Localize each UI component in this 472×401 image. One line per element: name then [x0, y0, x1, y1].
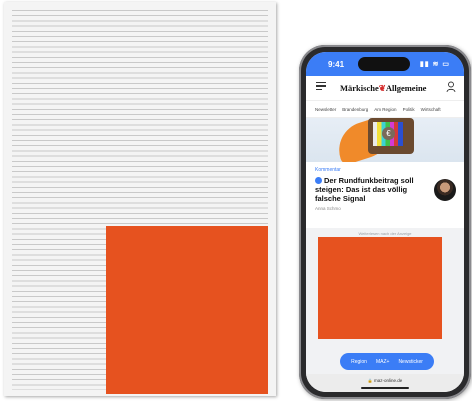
- nav-item-newsletter[interactable]: Newsletter: [315, 107, 336, 112]
- home-indicator[interactable]: [361, 387, 409, 389]
- nav-item-wirtschaft[interactable]: Wirtschaft: [421, 107, 441, 112]
- article-teaser[interactable]: Kommentar Der Rundfunkbeitrag soll steig…: [306, 162, 464, 225]
- ad-label: Weiterlesen nach der Anzeige: [358, 231, 412, 236]
- app-bar: Märkische❦Allgemeine: [306, 76, 464, 101]
- author-avatar: [434, 179, 456, 201]
- pill-item-region[interactable]: Region: [351, 359, 367, 365]
- user-icon[interactable]: [446, 81, 456, 93]
- menu-icon[interactable]: [316, 82, 326, 90]
- article-headline-text: Der Rundfunkbeitrag soll steigen: Das is…: [315, 176, 414, 203]
- url-value: maz-online.de: [373, 378, 403, 383]
- article-author: Anna Schmo: [315, 206, 341, 211]
- status-icons: ▮▮ ≋ ▭: [419, 61, 450, 68]
- hero-image[interactable]: €: [306, 118, 464, 162]
- logo-text-part2: Allgemeine: [385, 83, 427, 93]
- logo-text-part1: Märkische: [340, 83, 379, 93]
- pill-item-newsticker[interactable]: Newsticker: [398, 359, 422, 365]
- eagle-icon: ❦: [378, 83, 386, 93]
- nav-item-politik[interactable]: Politik: [403, 107, 415, 112]
- print-ad-block: [106, 226, 268, 394]
- site-logo[interactable]: Märkische❦Allgemeine: [340, 83, 426, 94]
- article-kicker: Kommentar: [315, 167, 341, 173]
- tv-icon: €: [368, 118, 414, 154]
- dynamic-island: [358, 57, 410, 71]
- status-bar: 9:41 ▮▮ ≋ ▭: [306, 52, 464, 76]
- article-headline[interactable]: Der Rundfunkbeitrag soll steigen: Das is…: [315, 176, 423, 203]
- plus-badge-icon: [315, 177, 322, 184]
- mobile-ad-block[interactable]: [318, 237, 442, 339]
- phone-frame: 9:41 ▮▮ ≋ ▭ Märkische❦Allgemeine Newslet…: [299, 45, 471, 399]
- phone-screen: 9:41 ▮▮ ≋ ▭ Märkische❦Allgemeine Newslet…: [306, 52, 464, 392]
- lock-icon: 🔒: [367, 378, 373, 383]
- section-nav: Newsletter Brandenburg Am Region Politik…: [306, 101, 464, 118]
- pill-item-maz-plus[interactable]: MAZ+: [376, 359, 389, 365]
- status-time: 9:41: [328, 60, 345, 69]
- nav-item-brandenburg[interactable]: Brandenburg: [342, 107, 368, 112]
- quick-nav-pill: Region MAZ+ Newsticker: [340, 353, 434, 370]
- browser-url-bar[interactable]: 🔒 maz-online.de: [306, 374, 464, 392]
- euro-coin-icon: €: [382, 127, 395, 140]
- nav-item-region[interactable]: Am Region: [374, 107, 396, 112]
- url-text: 🔒 maz-online.de: [306, 378, 464, 383]
- print-page-mockup: [4, 2, 276, 396]
